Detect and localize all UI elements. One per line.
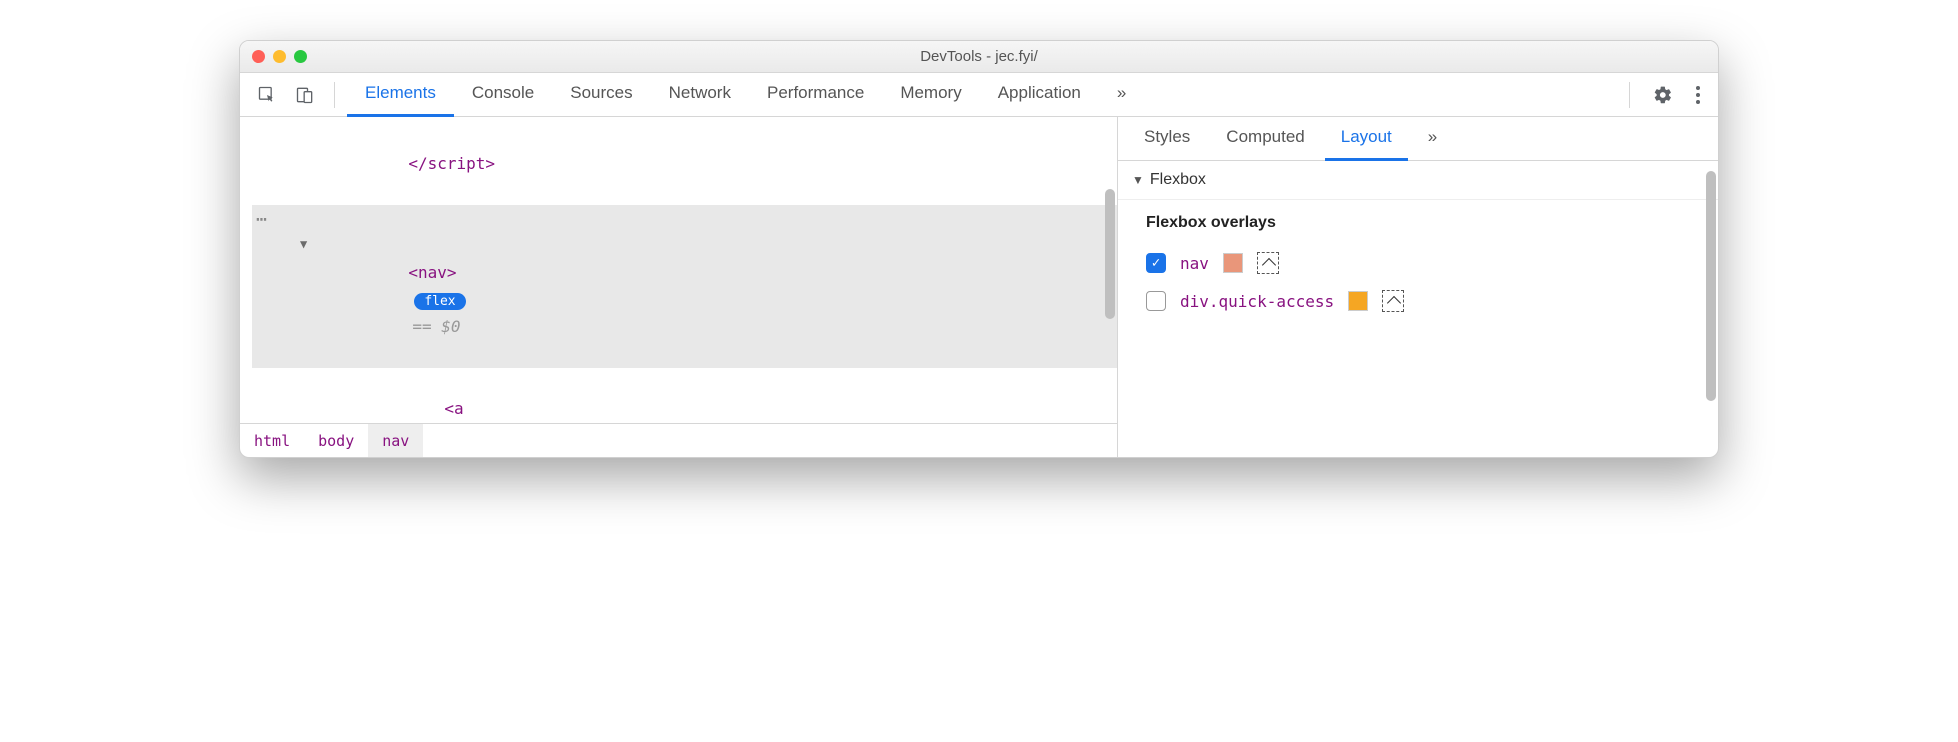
flexbox-overlays-title: Flexbox overlays (1118, 200, 1718, 244)
overlay-options-icon[interactable] (1257, 252, 1279, 274)
overlay-options-icon[interactable] (1382, 290, 1404, 312)
color-swatch-icon[interactable] (1348, 291, 1368, 311)
overlay-label[interactable]: div.quick-access (1180, 292, 1334, 311)
tab-network[interactable]: Network (651, 73, 749, 117)
dom-line-script-close[interactable]: </script​> (252, 123, 1117, 205)
panels-body: </script​> ▼ <nav> flex == $0 <a id="log… (240, 117, 1718, 457)
overlay-row-quick-access: div.quick-access (1118, 282, 1718, 320)
color-swatch-icon[interactable] (1223, 253, 1243, 273)
flexbox-section-header[interactable]: ▼ Flexbox (1118, 161, 1718, 200)
breadcrumb: html body nav (240, 423, 1117, 457)
tab-console[interactable]: Console (454, 73, 552, 117)
overlay-checkbox-nav[interactable]: ✓ (1146, 253, 1166, 273)
overlay-checkbox-quick-access[interactable] (1146, 291, 1166, 311)
toolbar-divider (334, 82, 335, 108)
tab-application[interactable]: Application (980, 73, 1099, 117)
window-titlebar: DevTools - jec.fyi/ (240, 41, 1718, 73)
side-scrollbar[interactable] (1706, 171, 1716, 401)
side-tabs: Styles Computed Layout » (1118, 117, 1718, 161)
overlay-row-nav: ✓ nav (1118, 244, 1718, 282)
toolbar-divider (1629, 82, 1630, 108)
main-toolbar: Elements Console Sources Network Perform… (240, 73, 1718, 117)
dom-line-nav-open[interactable]: ▼ <nav> flex == $0 (252, 205, 1117, 368)
styles-side-panel: Styles Computed Layout » ▼ Flexbox Flexb… (1118, 117, 1718, 457)
disclosure-triangle-icon: ▼ (1132, 173, 1144, 187)
crumb-body[interactable]: body (304, 424, 368, 457)
dom-line-anchor[interactable]: <a id="logo" href="/">Page title</a> (252, 368, 1117, 423)
more-menu-icon[interactable] (1688, 86, 1708, 104)
side-tabs-overflow-icon[interactable]: » (1412, 117, 1453, 161)
flex-badge[interactable]: flex (414, 293, 465, 310)
expand-arrow-icon[interactable]: ▼ (300, 234, 307, 254)
devtools-window: DevTools - jec.fyi/ Elements Console Sou… (239, 40, 1719, 458)
elements-panel: </script​> ▼ <nav> flex == $0 <a id="log… (240, 117, 1118, 457)
side-tab-layout[interactable]: Layout (1325, 117, 1408, 161)
window-title: DevTools - jec.fyi/ (240, 48, 1718, 65)
main-tabs: Elements Console Sources Network Perform… (347, 73, 1617, 117)
tab-performance[interactable]: Performance (749, 73, 882, 117)
selected-node-ref: == $0 (412, 317, 460, 336)
tab-sources[interactable]: Sources (552, 73, 650, 117)
settings-gear-icon[interactable] (1646, 78, 1680, 112)
tab-memory[interactable]: Memory (882, 73, 979, 117)
crumb-html[interactable]: html (240, 424, 304, 457)
tabs-overflow-icon[interactable]: » (1099, 73, 1144, 117)
side-tab-styles[interactable]: Styles (1128, 117, 1206, 161)
dom-tree[interactable]: </script​> ▼ <nav> flex == $0 <a id="log… (240, 117, 1117, 423)
inspect-element-icon[interactable] (250, 78, 284, 112)
overlay-label[interactable]: nav (1180, 254, 1209, 273)
side-tab-computed[interactable]: Computed (1210, 117, 1320, 161)
toolbar-right (1621, 78, 1708, 112)
dom-scrollbar[interactable] (1105, 189, 1115, 319)
device-toolbar-icon[interactable] (288, 78, 322, 112)
tab-elements[interactable]: Elements (347, 73, 454, 117)
crumb-nav[interactable]: nav (368, 424, 423, 457)
